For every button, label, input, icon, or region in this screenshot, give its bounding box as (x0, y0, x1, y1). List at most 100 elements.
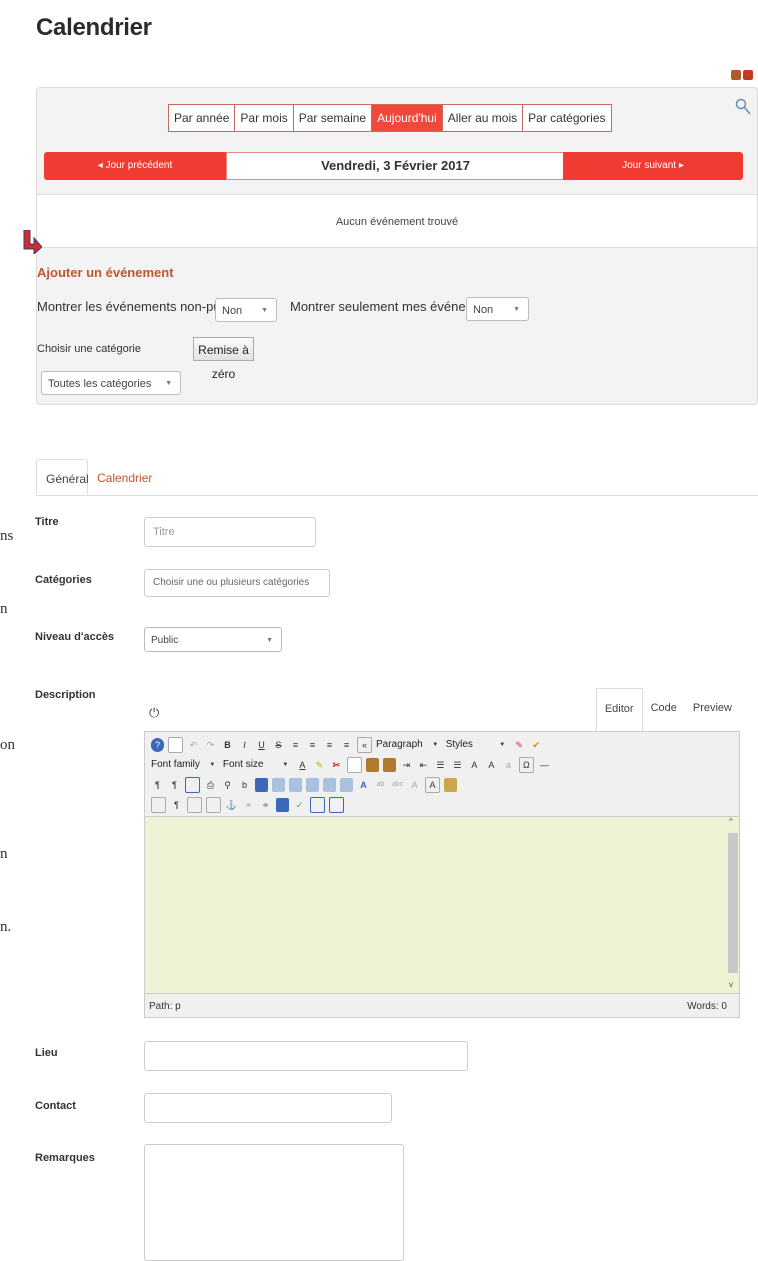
scroll-down-icon[interactable]: v (729, 980, 733, 989)
article-break-icon[interactable] (310, 797, 325, 813)
search-icon[interactable] (735, 98, 751, 116)
text-replace-icon[interactable]: b (238, 778, 251, 792)
horizontal-rule-icon[interactable]: — (538, 758, 551, 772)
text-color-icon[interactable]: A (296, 758, 309, 772)
category-select[interactable]: Toutes les catégories ▼ (41, 371, 181, 395)
align-left-icon[interactable]: ≡ (289, 738, 302, 752)
view-tab-month[interactable]: Par mois (235, 105, 294, 131)
tab-calendar[interactable]: Calendrier (88, 459, 161, 495)
margin-fragment: ns (0, 528, 14, 544)
numbered-list-icon[interactable]: ☰ (434, 758, 447, 772)
paste-icon[interactable] (365, 758, 379, 772)
email-icon[interactable] (743, 70, 753, 80)
paragraph-format-select[interactable]: Paragraph (376, 737, 423, 753)
title-input[interactable]: Titre (144, 517, 316, 547)
access-level-select[interactable]: Public ▼ (144, 627, 282, 652)
editor-tab-editor[interactable]: Editor (595, 688, 643, 733)
strikethrough-icon[interactable]: S (272, 738, 285, 752)
font-family-select[interactable]: Font family (151, 757, 200, 773)
spellcheck-icon[interactable]: ✓ (293, 798, 306, 812)
image-icon[interactable] (276, 798, 289, 812)
fullscreen-icon[interactable] (185, 777, 200, 793)
view-tab-today[interactable]: Aujourd'hui (372, 105, 443, 131)
highlight-color-icon[interactable]: ✎ (313, 758, 326, 772)
paragraph-mark-icon[interactable]: ¶ (151, 778, 164, 792)
remarks-textarea[interactable] (144, 1144, 404, 1261)
power-toggle-icon[interactable]: ⏻ (149, 705, 159, 721)
nonbreaking-icon[interactable] (206, 797, 221, 813)
show-unpublished-select[interactable]: Non ▼ (215, 298, 277, 322)
contact-input[interactable] (144, 1093, 392, 1123)
font-style-icon[interactable]: A (357, 778, 370, 792)
readmore-icon[interactable] (329, 797, 344, 813)
add-event-link[interactable]: Ajouter un événement (37, 265, 174, 280)
new-document-icon[interactable] (168, 737, 183, 753)
print-icon[interactable] (731, 70, 741, 80)
editor-content-area[interactable]: ^ v (144, 817, 740, 993)
indent-icon[interactable]: ⇥ (400, 758, 413, 772)
view-tab-week[interactable]: Par semaine (294, 105, 373, 131)
bold-icon[interactable]: B (221, 738, 234, 752)
paste-text-icon[interactable] (382, 758, 396, 772)
undo-icon[interactable]: ↶ (187, 738, 200, 752)
table-row-icon[interactable] (272, 778, 285, 792)
turn-down-right-arrow-icon (23, 230, 42, 254)
table-col-icon[interactable] (289, 778, 302, 792)
align-center-icon[interactable]: ≡ (306, 738, 319, 752)
blockquote-icon[interactable]: « (357, 737, 372, 753)
template-icon[interactable] (187, 797, 202, 813)
location-input[interactable] (144, 1041, 468, 1071)
cleanup-icon[interactable]: ✔ (530, 738, 543, 752)
bullet-list-icon[interactable]: ☰ (451, 758, 464, 772)
styles-select[interactable]: Styles (446, 737, 490, 753)
italic-icon[interactable]: I (238, 738, 251, 752)
special-char-icon[interactable]: Ω (518, 757, 534, 773)
search-replace-icon[interactable]: ⚲ (221, 778, 234, 792)
superscript-icon[interactable]: A (485, 758, 498, 772)
font-size-select[interactable]: Font size (223, 757, 273, 773)
help-icon[interactable]: ? (151, 738, 164, 752)
scroll-thumb[interactable] (728, 833, 738, 973)
anchor-icon[interactable]: ⚓ (225, 798, 238, 812)
show-blocks-icon[interactable]: ¶ (170, 798, 183, 812)
subscript-icon[interactable]: A (468, 758, 481, 772)
align-right-icon[interactable]: ≡ (323, 738, 336, 752)
abbr-icon[interactable]: ab (374, 778, 387, 792)
delete-text-icon[interactable]: A (408, 778, 421, 792)
location-label: Lieu (35, 1047, 58, 1059)
scroll-up-icon[interactable]: ^ (729, 817, 733, 826)
editor-tab-preview[interactable]: Preview (685, 688, 740, 732)
redo-icon[interactable]: ↷ (204, 738, 217, 752)
editor-tab-code[interactable]: Code (643, 688, 685, 732)
view-tab-categories[interactable]: Par catégories (523, 105, 610, 131)
reset-button[interactable]: Remise à zéro (193, 337, 254, 381)
outdent-icon[interactable]: ⇤ (417, 758, 430, 772)
attributes-icon[interactable] (444, 778, 457, 792)
copy-icon[interactable] (346, 757, 362, 773)
editor-scrollbar[interactable]: ^ v (728, 817, 738, 989)
previous-day-button[interactable]: ◂ Jour précédent (44, 152, 226, 180)
acronym-icon[interactable]: abc (391, 778, 404, 792)
tab-general[interactable]: Général (36, 459, 89, 495)
underline-icon[interactable]: U (255, 738, 268, 752)
align-justify-icon[interactable]: ≡ (340, 738, 353, 752)
table-cell-icon[interactable] (306, 778, 319, 792)
categories-input[interactable]: Choisir une ou plusieurs catégories (144, 569, 330, 597)
visual-aid-icon[interactable] (151, 797, 166, 813)
eraser-icon[interactable]: ✎ (513, 738, 526, 752)
insert-text-icon[interactable]: A (425, 777, 440, 793)
table-icon[interactable] (255, 778, 268, 792)
print-icon[interactable]: ⎙ (204, 778, 217, 792)
cut-icon[interactable]: ✂ (330, 758, 343, 772)
unlink-icon[interactable]: ⚭ (242, 798, 255, 812)
next-day-button[interactable]: Jour suivant ▸ (563, 152, 743, 180)
show-mine-select[interactable]: Non ▼ (466, 297, 529, 321)
ltr-direction-icon[interactable]: ¶ (168, 778, 181, 792)
link-icon[interactable]: ⚭ (259, 798, 272, 812)
print-email-icons[interactable] (731, 67, 755, 80)
font-case-icon[interactable]: a (502, 758, 515, 772)
table-split-icon[interactable] (340, 778, 353, 792)
view-tab-goto-month[interactable]: Aller au mois (443, 105, 524, 131)
table-merge-icon[interactable] (323, 778, 336, 792)
view-tab-year[interactable]: Par année (169, 105, 236, 131)
